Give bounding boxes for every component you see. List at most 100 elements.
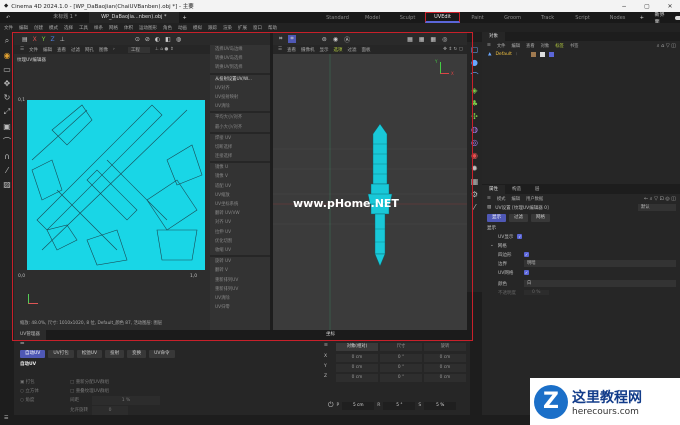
hair-icon[interactable]: ⁄ [474, 203, 475, 212]
uv-command[interactable]: 从投射设置UV/W... [210, 75, 270, 84]
attr-menu-userdata[interactable]: 用户数据 [526, 196, 543, 202]
workplane-icon[interactable]: ⌗ [288, 35, 296, 43]
light-icon[interactable]: ✹ [471, 164, 478, 173]
layout-uvedit[interactable]: UVEdit [425, 12, 461, 23]
radio-cube[interactable]: ○ 立方体 [20, 387, 39, 396]
menu-item[interactable]: 体积 [124, 25, 133, 31]
hamburger-icon[interactable]: ☰ [324, 343, 334, 351]
coord-rotation-dropdown[interactable]: 旋转 [424, 343, 466, 351]
uv-menu-file[interactable]: 文件 [29, 47, 38, 53]
paint-mode-icon[interactable]: ◍ [176, 36, 181, 43]
uv-menu-image[interactable]: 图像 [99, 47, 108, 53]
quads-checkbox[interactable]: ✓ [524, 252, 529, 257]
uv-command[interactable]: UV坐标系统 [210, 200, 270, 209]
uvw-tag[interactable] [540, 52, 546, 57]
doc-tab-active[interactable]: WP_DaBaoJia...nben).obj * [89, 12, 179, 23]
uv-menu-mesh[interactable]: 网孔 [85, 47, 94, 53]
coord-size-field[interactable]: 0 cm [424, 354, 466, 362]
uv-command[interactable]: 旋转 UV [210, 257, 270, 266]
uv-command[interactable]: 拉伸 UV [210, 228, 270, 237]
layout-standard[interactable]: Standard [320, 15, 355, 21]
edge-mode-icon[interactable]: ⊘ [145, 36, 150, 43]
uv-grid-checkbox[interactable]: ✓ [524, 270, 529, 275]
tab-layers[interactable]: 层 [528, 185, 547, 194]
menu-item[interactable]: 模式 [49, 25, 58, 31]
menu-item[interactable]: 样条 [94, 25, 103, 31]
cloner-icon[interactable]: ✣ [471, 112, 478, 121]
menu-item[interactable]: 帮助 [268, 25, 277, 31]
scene-icon[interactable]: ▦ [471, 177, 479, 186]
vp-menu-camera[interactable]: 摄像机 [301, 47, 315, 53]
opacity-field[interactable]: 0 % [524, 290, 549, 295]
camera-icon[interactable]: ◉ [471, 151, 478, 160]
3d-viewport[interactable]: www.pHome.NET Y X [273, 54, 467, 330]
uv-command[interactable]: UV投射映射 [210, 93, 270, 102]
poly-mode-icon[interactable]: ◐ [155, 36, 160, 43]
uv-command[interactable]: UV对齐 [210, 84, 270, 93]
btn-uv-pack[interactable]: UV打包 [48, 349, 74, 358]
menu-item[interactable]: 创建 [34, 25, 43, 31]
point-mode-icon[interactable]: ⊙ [135, 36, 140, 43]
uv-command[interactable]: 连接选择 [210, 152, 270, 161]
uv-command[interactable]: 转换UV到选择 [210, 63, 270, 72]
uv-command[interactable]: UV清除 [210, 294, 270, 303]
uv-command[interactable]: 最小大小/对齐 [210, 123, 270, 132]
select-icon[interactable]: ▭ [3, 65, 11, 74]
doc-tab[interactable]: 未标题 1 * [41, 12, 89, 23]
menu-item[interactable]: 模拟 [193, 25, 202, 31]
close-button[interactable]: ✕ [660, 3, 680, 10]
coord-size-field[interactable]: 0 cm [424, 364, 466, 372]
subtab-filter[interactable]: 过滤 [509, 213, 528, 222]
attr-menu-edit[interactable]: 编辑 [511, 196, 520, 202]
coord-system-icon[interactable]: ⊥ [60, 36, 65, 43]
object-row-default[interactable]: ▲ Default ⁝ [482, 50, 680, 59]
coord-rotation-field[interactable]: 0 ° [380, 374, 422, 382]
step-r-field[interactable]: 5 ° [383, 401, 416, 410]
uv-command[interactable]: 镜像 U [210, 163, 270, 172]
uv-command[interactable]: 优化切割 [210, 237, 270, 246]
uv-command[interactable]: 重新排列UV [210, 285, 270, 294]
uv-command[interactable]: 适配 UV [210, 182, 270, 191]
subtab-grid[interactable]: 网格 [531, 213, 550, 222]
chevron-down-icon[interactable]: ⌄ [490, 243, 494, 248]
layout-model[interactable]: Model [355, 15, 390, 21]
layout-groom[interactable]: Groom [495, 15, 530, 21]
coord-position-field[interactable]: 0 cm [336, 354, 378, 362]
add-layout-button[interactable]: + [635, 15, 649, 21]
menu-item[interactable]: 文件 [4, 25, 13, 31]
cube-icon[interactable]: ▢ [471, 45, 479, 54]
vp-menu-view[interactable]: 查看 [287, 47, 296, 53]
menu-item[interactable]: 编辑 [19, 25, 28, 31]
magnet-icon[interactable]: ∩ [4, 152, 10, 161]
uv-command[interactable]: 翻转 V [210, 266, 270, 275]
uv-command[interactable]: 镜像 V [210, 172, 270, 181]
vp-menu-options[interactable]: 选项 [334, 47, 343, 53]
tag-icon[interactable]: ⚙ [471, 190, 478, 199]
btn-relax-uv[interactable]: 松弛UV [76, 349, 103, 358]
btn-uv-commands[interactable]: UV命令 [149, 349, 175, 358]
paint-icon[interactable]: ▨ [3, 180, 11, 189]
coord-position-field[interactable]: 0 cm [336, 374, 378, 382]
visibility-dots[interactable]: ⁝ [516, 52, 517, 57]
uv-command[interactable]: UV清除 [210, 102, 270, 111]
uv-command[interactable]: 对齐 UV [210, 218, 270, 227]
hamburger-icon[interactable]: ☰ [487, 196, 491, 201]
attr-menu-mode[interactable]: 模式 [497, 196, 506, 202]
axis-y-toggle[interactable]: Y [42, 36, 46, 43]
menu-item[interactable]: 运动图形 [139, 25, 157, 31]
menu-item[interactable]: 扩展 [238, 25, 247, 31]
live-select-icon[interactable]: ◉ [4, 51, 11, 60]
menu-item[interactable]: 角色 [163, 25, 172, 31]
spacing-field[interactable]: 1 % [92, 396, 160, 405]
step-s-field[interactable]: 5 % [424, 401, 457, 410]
uv-command[interactable]: 平均大小/对齐 [210, 113, 270, 122]
obj-menu-edit[interactable]: 编辑 [511, 43, 520, 49]
lock-icon[interactable]: ⊜ [322, 36, 327, 43]
btn-auto-uv[interactable]: 自动UV [20, 349, 46, 358]
sphere-icon[interactable]: ● [471, 58, 478, 67]
layout-sculpt[interactable]: Sculpt [390, 15, 425, 21]
maximize-button[interactable]: ▢ [637, 3, 657, 10]
uv-menu-edit[interactable]: 编辑 [43, 47, 52, 53]
material-icon[interactable]: Ⓐ [344, 35, 350, 44]
coord-position-field[interactable]: 0 cm [336, 364, 378, 372]
